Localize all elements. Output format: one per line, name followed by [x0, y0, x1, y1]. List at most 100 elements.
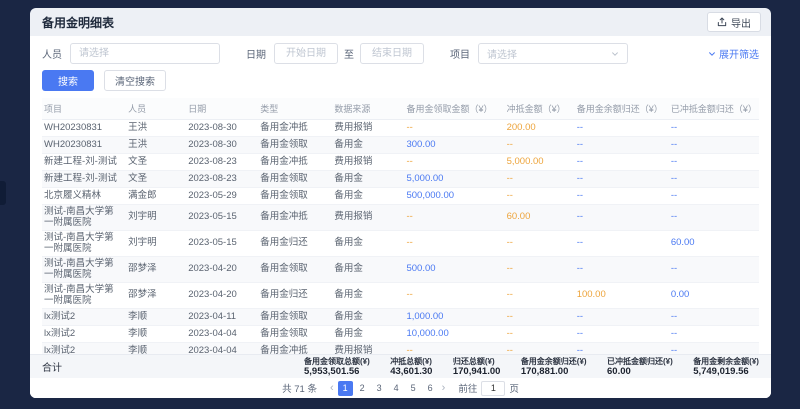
type-cell: 备用金领取 [258, 326, 332, 343]
source-cell: 备用金 [332, 309, 404, 326]
goto-page-input[interactable] [481, 381, 505, 396]
page-button[interactable]: 6 [423, 381, 438, 396]
summary-stat: 备用金剩余金额(¥)5,749,019.56 [693, 357, 759, 377]
person-cell: 文圣 [126, 171, 186, 188]
clear-search-button[interactable]: 清空搜索 [104, 70, 166, 91]
page-button[interactable]: 3 [372, 381, 387, 396]
amount-cell: -- [404, 120, 504, 137]
table-row: 北京履义精林满金郎2023-05-29备用金领取备用金500,000.00---… [42, 188, 759, 205]
offset_return-cell: -- [669, 154, 759, 171]
next-page-button[interactable]: › [442, 381, 446, 396]
filter-bar: 人员 日期 至 项目 请选择 展开筛选 [30, 36, 771, 64]
offset_return-cell: -- [669, 343, 759, 355]
offset_return-cell: -- [669, 120, 759, 137]
source-cell: 备用金 [332, 137, 404, 154]
project-filter-label: 项目 [450, 46, 470, 61]
table-row: 测试-南昌大学第一附属医院邵梦泽2023-04-20备用金领取备用金500.00… [42, 257, 759, 283]
chevron-down-icon [708, 50, 716, 58]
balance_return-cell: -- [575, 120, 669, 137]
amount-cell: -- [404, 231, 504, 257]
date-filter-label: 日期 [246, 46, 266, 61]
person-cell: 刘宇明 [126, 205, 186, 231]
type-cell: 备用金冲抵 [258, 205, 332, 231]
balance_return-cell: -- [575, 343, 669, 355]
table-row: WH20230831王洪2023-08-30备用金领取备用金300.00----… [42, 137, 759, 154]
sidebar-collapse-handle[interactable] [0, 181, 6, 205]
type-cell: 备用金领取 [258, 257, 332, 283]
table-row: 测试-南昌大学第一附属医院刘宇明2023-05-15备用金冲抵费用报销--60.… [42, 205, 759, 231]
type-cell: 备用金归还 [258, 283, 332, 309]
type-cell: 备用金冲抵 [258, 120, 332, 137]
source-cell: 备用金 [332, 188, 404, 205]
page-title: 备用金明细表 [42, 14, 114, 31]
offset_return-cell: -- [669, 205, 759, 231]
project-select[interactable]: 请选择 [478, 43, 628, 64]
project-cell: lx测试2 [42, 309, 126, 326]
title-bar: 备用金明细表 导出 [30, 8, 771, 36]
person-filter-label: 人员 [42, 46, 62, 61]
person-cell: 文圣 [126, 154, 186, 171]
summary-stat-value: 170,941.00 [453, 366, 501, 377]
page-button[interactable]: 4 [389, 381, 404, 396]
source-cell: 备用金 [332, 326, 404, 343]
summary-stat: 归还总额(¥)170,941.00 [453, 357, 501, 377]
expand-filter-link[interactable]: 展开筛选 [708, 46, 759, 61]
balance_return-cell: -- [575, 309, 669, 326]
page-button[interactable]: 5 [406, 381, 421, 396]
goto-prefix-label: 前往 [458, 381, 477, 395]
amount-cell: 500,000.00 [404, 188, 504, 205]
project-cell: lx测试2 [42, 326, 126, 343]
person-select-input[interactable] [70, 43, 220, 64]
person-cell: 王洪 [126, 137, 186, 154]
project-cell: 新建工程-刘-测试 [42, 171, 126, 188]
pagination: 共 71 条 ‹ 123456 › 前往 页 [30, 378, 771, 398]
offset_return-cell: -- [669, 137, 759, 154]
page-button[interactable]: 1 [338, 381, 353, 396]
type-cell: 备用金领取 [258, 171, 332, 188]
offset-cell: -- [505, 171, 575, 188]
chevron-down-icon [611, 50, 619, 58]
source-cell: 费用报销 [332, 120, 404, 137]
offset_return-cell: -- [669, 257, 759, 283]
amount-cell: 500.00 [404, 257, 504, 283]
balance_return-cell: -- [575, 257, 669, 283]
balance_return-cell: -- [575, 326, 669, 343]
date-cell: 2023-08-30 [186, 137, 258, 154]
column-header: 项目 [42, 98, 126, 120]
summary-stat-label: 归还总额(¥) [453, 357, 501, 366]
offset-cell: -- [505, 231, 575, 257]
person-cell: 李顺 [126, 326, 186, 343]
start-date-input[interactable] [274, 43, 338, 64]
amount-cell: 1,000.00 [404, 309, 504, 326]
search-button[interactable]: 搜索 [42, 70, 94, 91]
summary-stat-label: 已冲抵金额归还(¥) [607, 357, 673, 366]
page-button[interactable]: 2 [355, 381, 370, 396]
table-row: 新建工程-刘-测试文圣2023-08-23备用金领取备用金5,000.00---… [42, 171, 759, 188]
amount-cell: -- [404, 283, 504, 309]
balance_return-cell: -- [575, 188, 669, 205]
balance_return-cell: -- [575, 171, 669, 188]
summary-stat-value: 5,953,501.56 [304, 366, 370, 377]
summary-stat-value: 5,749,019.56 [693, 366, 759, 377]
offset-cell: -- [505, 283, 575, 309]
offset_return-cell: -- [669, 188, 759, 205]
date-cell: 2023-08-23 [186, 171, 258, 188]
summary-stat-value: 60.00 [607, 366, 673, 377]
person-cell: 邵梦泽 [126, 283, 186, 309]
balance_return-cell: -- [575, 231, 669, 257]
summary-stat-label: 备用金领取总额(¥) [304, 357, 370, 366]
export-icon [717, 17, 727, 27]
end-date-input[interactable] [360, 43, 424, 64]
balance_return-cell: -- [575, 205, 669, 231]
offset_return-cell: 60.00 [669, 231, 759, 257]
content-panel: 人员 日期 至 项目 请选择 展开筛选 搜索 [30, 36, 771, 398]
type-cell: 备用金领取 [258, 309, 332, 326]
person-cell: 王洪 [126, 120, 186, 137]
goto-suffix-label: 页 [509, 381, 519, 395]
table-row: lx测试2李顺2023-04-04备用金冲抵费用报销-------- [42, 343, 759, 355]
summary-stat-label: 冲抵总额(¥) [390, 357, 432, 366]
project-cell: 新建工程-刘-测试 [42, 154, 126, 171]
export-button[interactable]: 导出 [707, 12, 761, 32]
table-row: WH20230831王洪2023-08-30备用金冲抵费用报销--200.00-… [42, 120, 759, 137]
prev-page-button[interactable]: ‹ [330, 381, 334, 396]
